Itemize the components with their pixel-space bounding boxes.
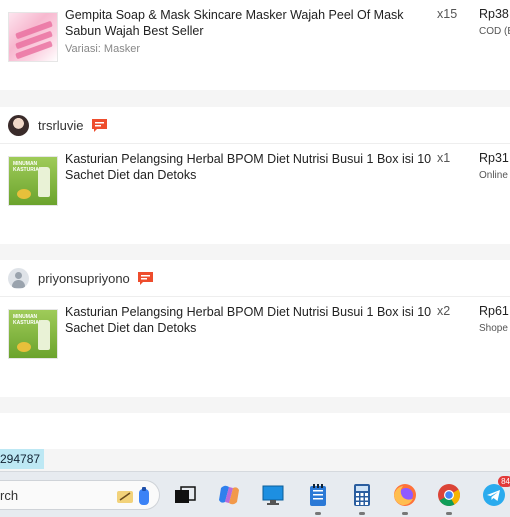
thumbnail-label: MINUMAN KASTURIAN [13, 161, 43, 173]
payment-method: COD (B [479, 26, 510, 37]
search-highlight-icon [117, 487, 149, 505]
avatar[interactable] [8, 267, 29, 289]
product-quantity: x2 [437, 304, 451, 318]
product-thumbnail[interactable]: MINUMAN KASTURIAN [8, 309, 58, 359]
buyer-username[interactable]: trsrluvie [38, 118, 84, 133]
chrome-icon[interactable] [436, 482, 462, 515]
order-product-row[interactable]: Gempita Soap & Mask Skincare Masker Waja… [0, 0, 510, 110]
product-price: Rp61. [479, 304, 510, 318]
product-name[interactable]: Kasturian Pelangsing Herbal BPOM Diet Nu… [65, 151, 433, 183]
running-indicator [315, 512, 321, 515]
order-card: priyonsupriyono MINUMAN KASTURIAN Kastur… [0, 260, 510, 397]
buyer-username[interactable]: priyonsupriyono [38, 271, 130, 286]
order-card: trsrluvie MINUMAN KASTURIAN Kasturian Pe… [0, 107, 510, 244]
product-thumbnail[interactable]: MINUMAN KASTURIAN [8, 156, 58, 206]
product-variation: Variasi: Masker [65, 43, 140, 55]
calculator-icon[interactable] [349, 482, 375, 515]
firefox-icon[interactable] [392, 482, 418, 515]
product-name[interactable]: Gempita Soap & Mask Skincare Masker Waja… [65, 7, 433, 39]
notepad-icon[interactable] [305, 482, 331, 515]
running-indicator [359, 512, 365, 515]
chat-icon[interactable] [91, 118, 107, 132]
thumbnail-decoration [38, 320, 50, 350]
order-header: trsrluvie [0, 107, 510, 144]
order-product-row[interactable]: MINUMAN KASTURIAN Kasturian Pelangsing H… [0, 144, 510, 254]
payment-method: Online [479, 170, 508, 181]
search-text: rch [0, 488, 19, 503]
product-thumbnail[interactable] [8, 12, 58, 62]
running-indicator [446, 512, 452, 515]
thumbnail-decoration [17, 342, 31, 352]
running-indicator [402, 512, 408, 515]
order-header: priyonsupriyono [0, 260, 510, 297]
thumbnail-decoration [17, 189, 31, 199]
product-quantity: x1 [437, 151, 451, 165]
windows-taskbar: rch 84 [0, 471, 510, 517]
avatar[interactable] [8, 114, 29, 136]
product-price: Rp38. [479, 7, 510, 21]
task-view-icon[interactable] [172, 482, 198, 508]
taskbar-search-box[interactable]: rch [0, 480, 160, 510]
desktop-monitor-icon[interactable] [260, 482, 286, 508]
telegram-icon[interactable]: 84 [481, 476, 510, 508]
product-name[interactable]: Kasturian Pelangsing Herbal BPOM Diet Nu… [65, 304, 433, 336]
product-price: Rp31. [479, 151, 510, 165]
copilot-icon[interactable] [216, 482, 242, 508]
thumbnail-label: MINUMAN KASTURIAN [13, 314, 43, 326]
order-card: Gempita Soap & Mask Skincare Masker Waja… [0, 0, 510, 90]
notification-badge: 84 [498, 476, 510, 487]
payment-method: Shope [479, 323, 508, 334]
order-card [0, 413, 510, 449]
thumbnail-decoration [38, 167, 50, 197]
tooltip: 294787 [0, 449, 44, 469]
order-product-row[interactable]: MINUMAN KASTURIAN Kasturian Pelangsing H… [0, 297, 510, 407]
chat-icon[interactable] [137, 271, 153, 285]
product-quantity: x15 [437, 7, 458, 21]
